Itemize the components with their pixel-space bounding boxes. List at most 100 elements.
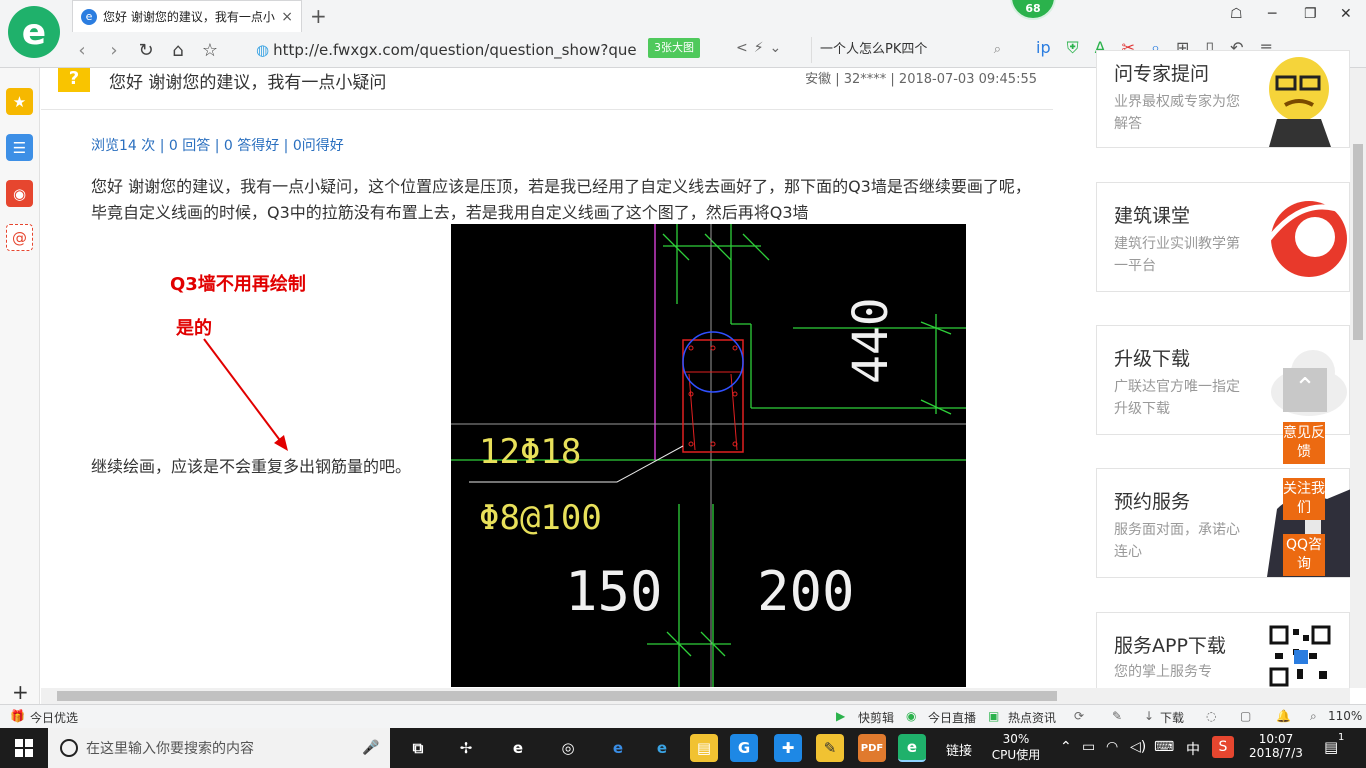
left-sidebar: ★ ☰ ◉ @ + [0,68,40,704]
question-stats[interactable]: 浏览14 次 | 0 回答 | 0 答得好 | 0问得好 [91,135,344,155]
close-window-button[interactable]: ✕ [1340,6,1352,22]
clip-icon: ▶ [836,709,846,723]
search-input[interactable]: 一个人怎么PK四个 ⌕ [811,37,1011,63]
new-tab-button[interactable]: + [310,4,327,28]
news-icon: ▣ [988,709,1000,723]
browser-taskbar-icon[interactable]: e [898,734,926,762]
search-text: 一个人怎么PK四个 [820,42,928,57]
minimize-button[interactable]: ─ [1268,6,1276,22]
browser-icon[interactable]: ◌ [1206,709,1216,723]
horizontal-scrollbar[interactable] [41,688,1350,704]
card-title: 问专家提问 [1114,63,1210,85]
plus-app-icon[interactable]: ✚ [774,734,802,762]
search-icon[interactable]: ⌕ [994,37,1001,63]
file-explorer-icon[interactable]: ▤ [690,734,718,762]
list-icon[interactable]: ☰ [6,134,33,161]
home-icon[interactable]: ⌂ [162,40,194,61]
cortana-icon [60,739,78,757]
add-sidebar-icon[interactable]: + [12,680,29,704]
share-lightning-icons[interactable]: <⚡⌄ [736,40,787,56]
window-icon[interactable]: ▢ [1240,709,1251,723]
g-app-icon[interactable]: G [730,734,758,762]
cpu-label: CPU使用 [991,748,1041,762]
task-view-icon[interactable]: ⧉ [404,734,432,762]
pin-icon[interactable]: ✎ [1112,709,1122,723]
feedback-button[interactable]: 意见反馈 [1283,422,1325,464]
security-shield-icon: ◍ [256,41,270,59]
quick-clip-link[interactable]: 快剪辑 [858,709,894,726]
clock-time: 10:07 [1258,732,1294,746]
browser-logo-icon[interactable]: e [8,6,60,58]
cpu-percent: 30% [1002,732,1030,746]
battery-icon[interactable]: ▭ [1082,739,1095,755]
pinwheel-app-icon[interactable]: ✢ [452,734,480,762]
windows-logo-icon [15,739,33,757]
zoom-icon: ⌕ [1310,709,1317,723]
score-badge[interactable]: 68 [1010,0,1056,20]
email-icon[interactable]: @ [6,224,33,251]
back-to-top-button[interactable]: ⌃ [1283,368,1327,412]
card-subtitle: 业界最权威专家为您解答 [1114,94,1240,132]
vertical-scrollbar[interactable] [1350,68,1366,688]
edge-legacy-icon[interactable]: e [504,734,532,762]
spiral-app-icon[interactable]: ◎ [554,734,582,762]
ie-icon[interactable]: e [648,734,676,762]
windows-start-button[interactable] [0,728,48,768]
microphone-icon[interactable]: 🎤 [362,740,379,756]
taskbar-search-placeholder: 在这里输入你要搜索的内容 [86,741,254,757]
cad-drawing-image[interactable]: 12Φ18 Φ8@100 150 200 440 [451,224,966,687]
qq-consult-button[interactable]: QQ咨询 [1283,534,1325,576]
forward-arrow-icon[interactable]: › [98,40,130,61]
edge-icon[interactable]: e [604,734,632,762]
notification-count: 1 [1338,732,1345,743]
follow-us-button[interactable]: 关注我们 [1283,478,1325,520]
volume-icon[interactable]: ◁) [1130,739,1146,755]
horizontal-scroll-thumb[interactable] [57,691,1057,701]
large-images-button[interactable]: 3张大图 [648,38,700,58]
vertical-scroll-thumb[interactable] [1353,144,1363,340]
qr-code-icon[interactable] [1269,625,1331,687]
app-download-card[interactable]: 服务APP下载 您的掌上服务专 [1096,612,1350,692]
notes-app-icon[interactable]: ✎ [816,734,844,762]
browser-tab[interactable]: e 您好 谢谢您的建议，我有一点小疑问 × [72,0,302,32]
card-subtitle: 广联达官方唯一指定升级下载 [1114,379,1240,417]
close-tab-icon[interactable]: × [281,9,293,25]
live-link[interactable]: 今日直播 [928,709,976,726]
rotate-icon[interactable]: ⟳ [1074,709,1084,723]
address-bar[interactable]: ◍ http://e.fwxgx.com/question/question_s… [256,37,796,63]
skin-icon[interactable]: ☖ [1230,6,1243,22]
annotation-line-1: Q3墙不用再绘制 [170,274,306,295]
back-arrow-icon[interactable]: ‹ [66,40,98,61]
bell-icon[interactable]: 🔔 [1276,709,1291,723]
tray-chevron-icon[interactable]: ⌃ [1060,739,1072,755]
keyboard-icon[interactable]: ⌨ [1154,739,1174,755]
tab-title: 您好 谢谢您的建议，我有一点小疑问 [103,10,275,24]
question-meta: 安徽 | 32**** | 2018-07-03 09:45:55 [805,72,1037,87]
refresh-icon[interactable]: ↻ [130,40,162,61]
maximize-button[interactable]: ❐ [1304,6,1317,22]
notification-center-icon[interactable]: ▤ [1324,738,1338,756]
taskbar-search[interactable]: 在这里输入你要搜索的内容 🎤 [48,728,390,768]
wifi-icon[interactable]: ◠ [1106,739,1118,755]
shield-money-icon[interactable]: ⛨ [1067,38,1079,58]
cpu-usage[interactable]: 30% CPU使用 [990,732,1042,763]
expert-card[interactable]: 问专家提问 业界最权威专家为您解答 [1096,50,1350,148]
card-title: 预约服务 [1114,491,1191,513]
zoom-level[interactable]: 110% [1328,709,1362,723]
hot-news-link[interactable]: 热点资讯 [1008,709,1056,726]
today-picks-link[interactable]: 今日优选 [30,709,78,726]
ime-indicator[interactable]: 中 [1186,739,1200,759]
annotation-arrow [203,338,288,451]
star-icon[interactable]: ☆ [194,40,226,61]
ip-icon[interactable]: ip [1036,38,1051,58]
card-title: 服务APP下载 [1114,635,1226,657]
link-label[interactable]: 链接 [946,740,972,759]
pdf-app-icon[interactable]: PDF [858,734,886,762]
windows-taskbar: 在这里输入你要搜索的内容 🎤 ⧉ ✢ e ◎ e e ▤ G ✚ ✎ PDF e… [0,728,1366,768]
sogou-icon[interactable]: S [1212,736,1234,758]
course-card[interactable]: 建筑课堂 建筑行业实训教学第一平台 [1096,182,1350,292]
favorites-star-icon[interactable]: ★ [6,88,33,115]
weibo-icon[interactable]: ◉ [6,180,33,207]
download-link[interactable]: 下载 [1160,709,1184,726]
clock[interactable]: 10:07 2018/7/3 [1248,732,1304,760]
